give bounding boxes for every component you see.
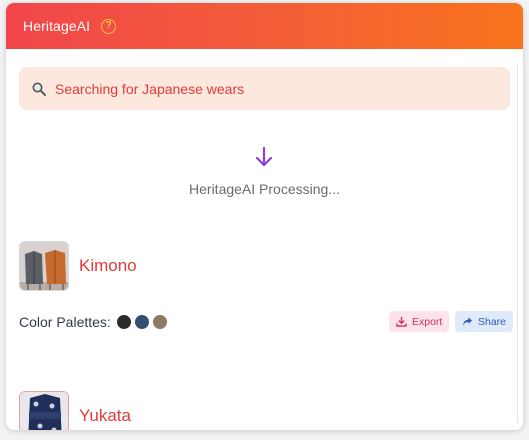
app-title: HeritageAI	[23, 18, 91, 34]
arrow-down-icon	[255, 146, 273, 167]
result-item-kimono[interactable]: Kimono	[19, 241, 137, 291]
search-query: Searching for Japanese wears	[55, 80, 245, 97]
yukata-thumbnail[interactable]	[19, 391, 69, 430]
palette-swatch	[152, 315, 167, 329]
palette-label: Color Palettes:	[19, 314, 111, 330]
share-icon	[462, 317, 473, 326]
search-bar[interactable]: Searching for Japanese wears	[19, 67, 510, 110]
panel-header: HeritageAI ?	[6, 3, 523, 49]
result-title[interactable]: Yukata	[79, 406, 131, 426]
palette-swatch	[116, 315, 131, 329]
help-icon[interactable]: ?	[101, 18, 117, 34]
panel-body: Searching for Japanese wears HeritageAI …	[6, 49, 523, 430]
heritage-ai-panel: HeritageAI ? Searching for Japanese wear…	[6, 3, 523, 430]
palette-swatch	[134, 315, 149, 329]
scrollbar[interactable]	[517, 63, 523, 423]
export-label: Export	[412, 315, 443, 328]
share-label: Share	[478, 315, 507, 328]
result-item-yukata[interactable]: Yukata	[19, 391, 131, 430]
processing-status: HeritageAI Processing...	[189, 181, 340, 197]
download-icon	[396, 316, 407, 327]
export-button[interactable]: Export	[389, 311, 450, 332]
result-title[interactable]: Kimono	[79, 256, 137, 276]
share-button[interactable]: Share	[455, 311, 514, 332]
color-palette-row: Color Palettes: Export Share	[19, 311, 514, 333]
search-icon	[32, 82, 46, 96]
kimono-thumbnail[interactable]	[19, 241, 69, 291]
